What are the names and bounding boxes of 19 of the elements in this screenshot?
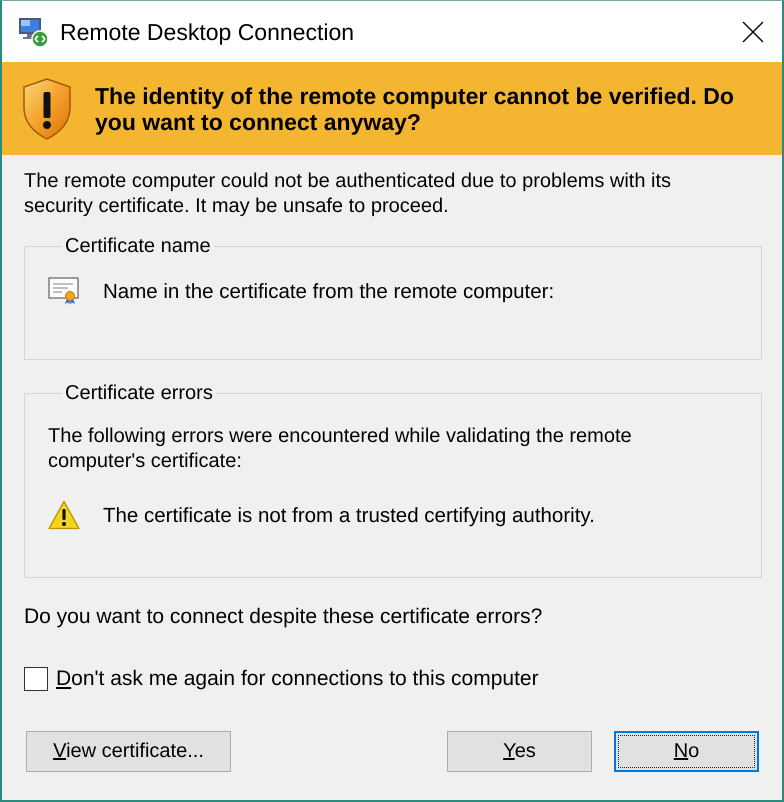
checkbox[interactable] xyxy=(24,666,48,690)
warning-icon xyxy=(48,500,80,530)
certificate-name-label: Name in the certificate from the remote computer: xyxy=(103,278,554,304)
no-button[interactable]: No xyxy=(614,731,759,772)
view-certificate-button[interactable]: View certificate... xyxy=(26,731,231,772)
close-icon xyxy=(742,20,764,42)
checkbox-label[interactable]: Don't ask me again for connections to this computer xyxy=(56,666,539,691)
group-title: Certificate name xyxy=(64,234,212,259)
group-description: The following errors were encountered while validating the remote computer's certificate: xyxy=(48,424,633,474)
shield-warning-icon xyxy=(22,78,72,140)
error-message: The certificate is not from a trusted certifying authority. xyxy=(103,502,595,528)
window-title: Remote Desktop Connection xyxy=(60,18,356,46)
group-title: Certificate errors xyxy=(64,381,214,406)
banner-message: The identity of the remote computer cannot be verified. Do you want to connect anyway? xyxy=(95,82,735,134)
intro-text: The remote computer could not be authenticated due to problems with its security certificate. It may be unsafe to proceed. xyxy=(24,169,672,219)
certificate-icon xyxy=(48,277,80,305)
question-text: Do you want to connect despite these certificate errors? xyxy=(24,604,544,629)
monitor-icon xyxy=(18,16,50,48)
yes-button[interactable]: Yes xyxy=(447,731,592,772)
